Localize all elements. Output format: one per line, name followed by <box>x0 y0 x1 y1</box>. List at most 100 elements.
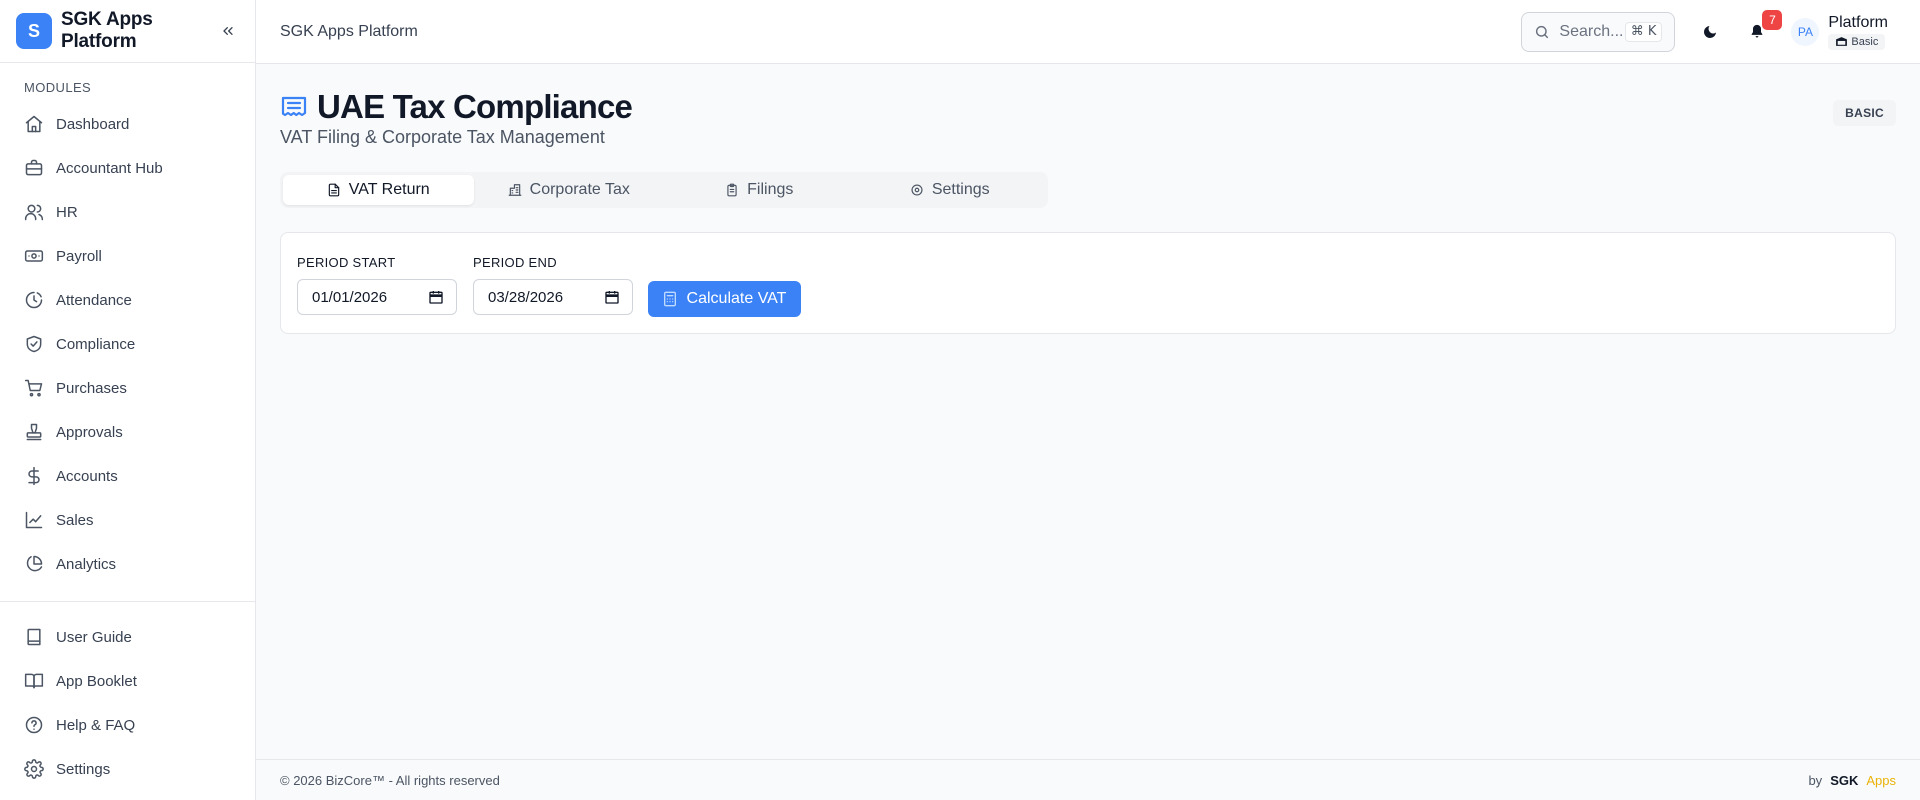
search-shortcut: ⌘ K <box>1624 21 1663 42</box>
banknote-icon <box>24 250 44 262</box>
sidebar-item-label: User Guide <box>56 628 132 646</box>
clock-icon <box>25 291 43 309</box>
calculate-vat-button[interactable]: Calculate VAT <box>648 281 801 317</box>
sidebar-item-label: Dashboard <box>56 115 130 133</box>
tab-corporate-tax[interactable]: Corporate Tax <box>474 175 665 205</box>
sidebar-item-purchases[interactable]: Purchases <box>0 366 255 410</box>
collapse-sidebar-button[interactable] <box>217 20 239 42</box>
sidebar-item-analytics[interactable]: Analytics <box>0 542 255 586</box>
sidebar-item-dashboard[interactable]: Dashboard <box>0 102 255 146</box>
landmark-icon <box>508 184 522 196</box>
help-circle-icon <box>25 716 43 734</box>
sidebar-item-label: Settings <box>56 760 111 778</box>
users-icon <box>24 204 44 221</box>
sidebar-item-label: Purchases <box>56 379 127 397</box>
sidebar-item-compliance[interactable]: Compliance <box>0 322 255 366</box>
tab-filings[interactable]: Filings <box>664 175 855 205</box>
clipboard-icon <box>727 183 737 197</box>
sidebar-item-label: Analytics <box>56 555 117 573</box>
file-text-icon <box>328 183 340 197</box>
title-row: UAE Tax Compliance <box>280 88 1896 126</box>
sidebar-item-accountant-hub[interactable]: Accountant Hub <box>0 146 255 190</box>
tab-label: VAT Return <box>348 181 430 198</box>
avatar[interactable]: PA <box>1791 17 1820 46</box>
period-start-value: 01/01/2026 <box>312 288 388 306</box>
dot-icon <box>24 598 44 600</box>
footer-brand-primary[interactable]: SGK <box>1830 773 1858 788</box>
calculator-icon <box>663 291 676 307</box>
shield-check-icon <box>26 335 42 353</box>
notification-count-badge: 7 <box>1762 9 1783 30</box>
notifications-button[interactable]: 7 <box>1739 9 1783 50</box>
sidebar-item-label: Approvals <box>56 423 123 441</box>
calculate-vat-label: Calculate VAT <box>686 290 787 307</box>
sidebar-item-help-faq[interactable]: Help & FAQ <box>0 703 255 747</box>
page-subtitle: VAT Filing & Corporate Tax Management <box>280 127 605 147</box>
footer: © 2026 BizCore™ - All rights reserved by… <box>256 759 1920 800</box>
package-icon <box>1836 37 1848 46</box>
sidebar: S SGK Apps Platform MODULES Dashboard Ac… <box>0 0 256 800</box>
tab-vat-return[interactable]: VAT Return <box>283 175 474 205</box>
home-icon <box>25 115 43 133</box>
search-icon <box>1536 25 1549 38</box>
sidebar-item-user-guide[interactable]: User Guide <box>0 615 255 659</box>
footer-by: by <box>1808 772 1823 788</box>
search-placeholder: Search... <box>1559 22 1624 40</box>
search-button[interactable]: Search... ⌘ K <box>1521 11 1676 52</box>
brand-header: S SGK Apps Platform <box>0 0 255 63</box>
sidebar-item-app-booklet[interactable]: App Booklet <box>0 659 255 703</box>
book-icon <box>27 628 41 646</box>
sidebar-bottom-nav: User Guide App Booklet Help & FAQ Settin… <box>0 601 255 791</box>
modules-nav: MODULES Dashboard Accountant Hub HR Payr… <box>0 64 255 600</box>
brand-logo[interactable]: S <box>16 13 52 49</box>
shopping-cart-icon <box>24 379 43 397</box>
tab-settings[interactable]: Settings <box>855 175 1046 205</box>
main-content: UAE Tax Compliance VAT Filing & Corporat… <box>256 64 1920 759</box>
tab-label: Settings <box>931 181 990 198</box>
receipt-icon <box>281 96 307 117</box>
period-start-input[interactable]: 01/01/2026 <box>297 279 457 315</box>
trending-up-icon <box>25 511 43 529</box>
stamp-icon <box>26 423 42 441</box>
chevrons-left-icon <box>223 26 233 35</box>
sidebar-item-approvals[interactable]: Approvals <box>0 410 255 454</box>
sidebar-item-label: Accountant Hub <box>56 159 163 177</box>
period-start-field: PERIOD START 01/01/2026 <box>297 255 457 315</box>
briefcase-icon <box>25 159 43 176</box>
vat-period-form: PERIOD START 01/01/2026 PERIOD END 03/28… <box>280 232 1896 334</box>
sidebar-item-label: Help & FAQ <box>56 716 136 734</box>
footer-brand-secondary[interactable]: Apps <box>1866 773 1896 788</box>
plan-label: Basic <box>1851 35 1879 48</box>
sidebar-item-partial[interactable] <box>0 586 255 600</box>
sidebar-item-accounts[interactable]: Accounts <box>0 454 255 498</box>
calendar-icon <box>429 291 443 304</box>
sidebar-item-label: App Booklet <box>56 672 137 690</box>
sidebar-item-attendance[interactable]: Attendance <box>0 278 255 322</box>
sidebar-item-label: Attendance <box>56 291 132 309</box>
sidebar-item-payroll[interactable]: Payroll <box>0 234 255 278</box>
user-name: Platform <box>1828 13 1888 31</box>
sidebar-item-label: Accounts <box>56 467 118 485</box>
page-title: UAE Tax Compliance <box>317 88 633 125</box>
sidebar-item-hr[interactable]: HR <box>0 190 255 234</box>
plan-chip: Basic <box>1828 33 1886 50</box>
tab-label: Filings <box>747 181 794 198</box>
dollar-icon <box>28 466 40 486</box>
tier-badge: BASIC <box>1833 100 1896 126</box>
user-menu[interactable]: Platform Basic <box>1828 14 1888 50</box>
calendar-icon <box>605 291 619 304</box>
gear-icon <box>911 184 923 196</box>
brand-name[interactable]: SGK Apps Platform <box>61 9 217 53</box>
moon-icon <box>1704 25 1717 38</box>
top-bar-title: SGK Apps Platform <box>280 22 418 40</box>
sidebar-item-label: HR <box>56 203 78 221</box>
sidebar-item-label: Payroll <box>56 247 102 265</box>
period-end-input[interactable]: 03/28/2026 <box>473 279 633 315</box>
sidebar-item-settings[interactable]: Settings <box>0 747 255 791</box>
period-end-label: PERIOD END <box>473 255 557 270</box>
period-start-label: PERIOD START <box>297 255 396 270</box>
sidebar-item-sales[interactable]: Sales <box>0 498 255 542</box>
theme-toggle-button[interactable] <box>1692 14 1728 50</box>
period-end-field: PERIOD END 03/28/2026 <box>473 255 633 315</box>
pie-chart-icon <box>26 555 43 572</box>
